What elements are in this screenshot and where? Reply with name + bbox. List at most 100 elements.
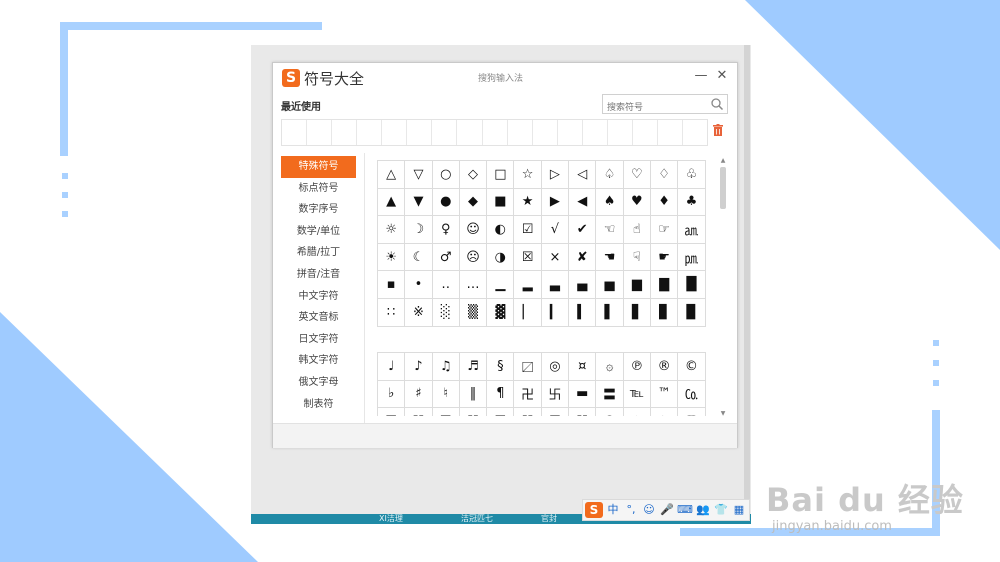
recent-slot[interactable] — [382, 120, 408, 145]
recent-slot[interactable] — [683, 120, 707, 145]
symbol-cell[interactable]: ☝ — [623, 216, 651, 244]
symbol-cell[interactable]: ▪ — [378, 271, 406, 299]
symbol-cell[interactable]: 卍 — [514, 380, 542, 409]
symbol-cell[interactable]: ▌ — [596, 298, 624, 327]
symbol-cell[interactable]: ☀ — [378, 243, 406, 272]
symbol-cell[interactable]: ◎ — [541, 353, 570, 381]
symbol-cell[interactable]: ¤ — [569, 353, 597, 381]
ime-skin-icon[interactable]: 👕 — [713, 502, 729, 518]
symbol-cell[interactable]: ♪ — [405, 353, 433, 381]
symbol-cell[interactable]: ◑ — [487, 243, 515, 272]
taskbar-item[interactable]: 官封 — [541, 514, 557, 524]
symbol-cell[interactable]: ♨ — [624, 408, 651, 416]
symbol-cell[interactable]: 〓 — [596, 380, 624, 409]
symbol-cell[interactable]: ✔ — [569, 216, 597, 244]
recent-slot[interactable] — [357, 120, 383, 145]
symbol-cell[interactable]: □ — [487, 161, 515, 189]
recent-slot[interactable] — [307, 120, 333, 145]
taskbar-item[interactable]: 洁冠匹七 — [461, 514, 493, 524]
symbol-cell[interactable]: ☛ — [650, 243, 679, 272]
symbol-cell[interactable]: ♥ — [623, 188, 651, 217]
symbol-cell[interactable]: ✘ — [569, 243, 597, 272]
symbol-cell[interactable]: ◁ — [569, 161, 597, 189]
symbol-cell[interactable]: 卐 — [541, 380, 570, 409]
symbol-cell[interactable]: ☜ — [596, 216, 624, 244]
symbol-cell[interactable]: √ — [541, 216, 570, 244]
symbol-cell[interactable]: ♯ — [405, 380, 433, 409]
symbol-cell[interactable]: ☹ — [459, 243, 488, 272]
symbol-cell[interactable]: ▆ — [623, 271, 651, 299]
symbol-cell[interactable]: ☳ — [460, 408, 488, 416]
symbol-cell[interactable]: ★ — [514, 188, 542, 217]
sidebar-category-item[interactable]: 日文字符 — [281, 329, 356, 351]
symbol-cell[interactable]: ▉ — [678, 298, 706, 327]
sidebar-category-item[interactable]: 数字序号 — [281, 199, 356, 221]
sidebar-category-item[interactable]: 制表符 — [281, 394, 356, 416]
recent-slot[interactable] — [432, 120, 458, 145]
symbol-cell[interactable]: ◐ — [487, 216, 515, 244]
sidebar-category-item[interactable]: 中文字符 — [281, 286, 356, 308]
symbol-cell[interactable]: ○ — [432, 161, 460, 189]
symbol-cell[interactable]: ∷ — [378, 298, 406, 327]
close-button[interactable]: ✕ — [714, 67, 730, 85]
symbol-cell[interactable]: ♤ — [596, 161, 624, 189]
symbol-cell[interactable]: ☯ — [596, 408, 624, 416]
symbol-cell[interactable]: ♣ — [678, 188, 706, 217]
symbol-cell[interactable]: ☾ — [405, 243, 433, 272]
sidebar-category-item[interactable]: 标点符号 — [281, 178, 356, 200]
symbol-cell[interactable]: ♦ — [650, 188, 679, 217]
recent-slot[interactable] — [658, 120, 683, 145]
symbol-cell[interactable]: 〼 — [514, 353, 542, 381]
ime-keyboard-icon[interactable]: ⌨ — [677, 502, 693, 518]
search-input[interactable] — [603, 100, 707, 116]
recent-slot[interactable] — [608, 120, 633, 145]
symbol-cell[interactable]: ☒ — [514, 243, 542, 272]
symbol-cell[interactable]: ♠ — [596, 188, 624, 217]
sidebar-category-item[interactable]: 数学/单位 — [281, 221, 356, 243]
recent-slot[interactable] — [558, 120, 583, 145]
symbol-cell[interactable]: ☽ — [405, 216, 433, 244]
sidebar-category-item[interactable]: 特殊符号 — [281, 156, 356, 178]
symbol-cell[interactable]: ▍ — [569, 298, 597, 327]
symbol-cell[interactable]: ▂ — [514, 271, 542, 299]
recent-slot[interactable] — [282, 120, 308, 145]
ime-chinese-mode-button[interactable]: 中 — [605, 502, 621, 518]
symbol-cell[interactable]: █ — [678, 271, 706, 299]
recent-slot[interactable] — [332, 120, 358, 145]
symbol-cell[interactable]: ☟ — [623, 243, 651, 272]
symbol-cell[interactable]: ☶ — [542, 408, 570, 416]
symbol-cell[interactable]: △ — [378, 161, 406, 189]
symbol-cell[interactable]: ▏ — [514, 298, 542, 327]
symbol-cell[interactable]: ♂ — [432, 243, 460, 272]
ime-toolbox-icon[interactable]: ▦ — [731, 502, 747, 518]
sidebar-category-item[interactable]: 俄文字母 — [281, 372, 356, 394]
taskbar-item[interactable]: XI洁理 — [379, 514, 403, 524]
search-box[interactable] — [602, 94, 728, 116]
ime-logo-icon[interactable]: S — [585, 502, 603, 518]
minimize-button[interactable]: — — [693, 67, 709, 85]
recent-slot[interactable] — [583, 120, 608, 145]
scrollbar-thumb[interactable] — [720, 167, 726, 209]
recent-slot[interactable] — [483, 120, 508, 145]
symbol-cell[interactable]: ℗ — [623, 353, 651, 381]
ime-voice-icon[interactable]: 🎤 — [659, 502, 675, 518]
symbol-cell[interactable]: ♩ — [378, 353, 406, 381]
symbol-cell[interactable]: ™ — [650, 380, 679, 409]
symbol-cell[interactable]: ✈ — [651, 408, 679, 416]
symbol-cell[interactable]: ㏂ — [678, 216, 706, 244]
symbol-cell[interactable]: ۞ — [596, 353, 624, 381]
ime-punctuation-icon[interactable]: °, — [623, 502, 639, 518]
recent-slot[interactable] — [508, 120, 533, 145]
symbol-cell[interactable]: × — [541, 243, 570, 272]
symbol-cell[interactable]: ▄ — [569, 271, 597, 299]
symbol-cell[interactable]: ☰ — [378, 408, 406, 416]
symbol-cell[interactable]: ▬ — [569, 380, 597, 409]
symbol-cell[interactable]: ▲ — [378, 188, 406, 217]
symbol-cell[interactable]: ◆ — [459, 188, 488, 217]
recent-slot[interactable] — [633, 120, 658, 145]
symbol-cell[interactable]: ♮ — [432, 380, 460, 409]
symbol-cell[interactable]: ▁ — [487, 271, 515, 299]
recent-slot[interactable] — [533, 120, 558, 145]
symbol-cell[interactable]: ☲ — [433, 408, 460, 416]
symbol-cell[interactable]: ♡ — [623, 161, 651, 189]
